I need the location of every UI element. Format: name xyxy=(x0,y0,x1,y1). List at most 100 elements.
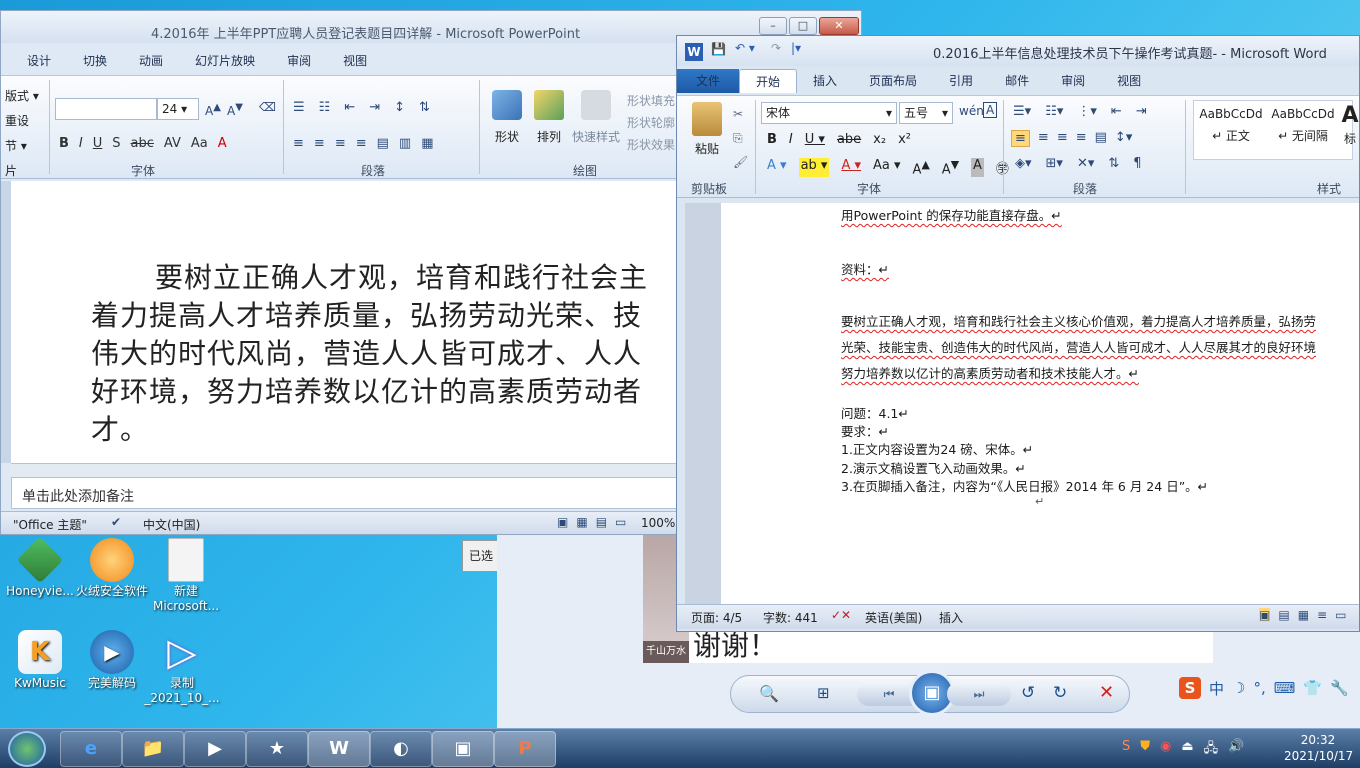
qat-customize-icon[interactable]: |▾ xyxy=(791,41,801,55)
change-case-icon[interactable]: Aa ▾ xyxy=(873,158,901,177)
shrink-font-icon[interactable]: A▼ xyxy=(227,102,243,118)
quick-styles-button[interactable]: 快速样式 xyxy=(571,90,621,145)
tab-page-layout[interactable]: 页面布局 xyxy=(853,69,933,93)
chinese-layout-icon[interactable]: ✕▾ xyxy=(1077,156,1094,171)
word-count[interactable]: 字数: 441 xyxy=(763,609,818,626)
rotate-left-icon[interactable]: ↺ xyxy=(1021,683,1035,703)
strikethrough-icon[interactable]: abe xyxy=(837,132,861,147)
font-color-icon[interactable]: A xyxy=(218,136,227,151)
undo-icon[interactable]: ↶ ▾ xyxy=(735,41,755,55)
save-icon[interactable]: 💾 xyxy=(711,42,726,56)
shapes-button[interactable]: 形状 xyxy=(489,90,525,145)
style-no-spacing[interactable]: AaBbCcDd ↵ 无间隔 xyxy=(1270,107,1336,144)
shape-fill-button[interactable]: 形状填充 xyxy=(627,90,675,112)
highlight-icon[interactable]: ab ▾ xyxy=(798,158,830,178)
delete-icon[interactable]: ✕ xyxy=(1099,682,1114,703)
align-right-icon[interactable]: ≡ xyxy=(1057,130,1068,147)
tab-animations[interactable]: 动画 xyxy=(123,49,179,73)
ime-chinese-mode[interactable]: 中 xyxy=(1209,678,1224,699)
font-color-icon[interactable]: A ▾ xyxy=(841,158,861,177)
justify-icon[interactable]: ≡ xyxy=(1076,130,1087,147)
tab-mailings[interactable]: 邮件 xyxy=(989,69,1045,93)
change-case-icon[interactable]: Aa xyxy=(191,136,208,151)
volume-icon[interactable]: 🔊 xyxy=(1228,739,1244,761)
multilevel-list-icon[interactable]: ⋮▾ xyxy=(1077,104,1097,119)
sogou-ime-icon[interactable]: S xyxy=(1179,677,1201,699)
align-left-icon[interactable]: ≡ xyxy=(293,136,304,151)
paste-button[interactable]: 粘贴 xyxy=(687,102,727,157)
zoom-level[interactable]: 100% xyxy=(641,516,675,530)
columns-icon[interactable]: ▥ xyxy=(399,136,411,151)
ime-skin-icon[interactable]: 👕 xyxy=(1303,679,1322,697)
document-page[interactable]: 用PowerPoint 的保存功能直接存盘。↵ 资料：↵ 要树立正确人才观，培育… xyxy=(721,203,1359,604)
style-normal[interactable]: AaBbCcDd ↵ 正文 xyxy=(1198,107,1264,144)
clear-format-icon[interactable]: ⌫ xyxy=(259,100,276,114)
shape-outline-button[interactable]: 形状轮廓 xyxy=(627,112,675,134)
insert-mode-indicator[interactable]: 插入 xyxy=(939,609,963,626)
tab-slideshow[interactable]: 幻灯片放映 xyxy=(179,49,271,73)
maximize-button[interactable]: □ xyxy=(789,17,817,35)
char-spacing-icon[interactable]: AV xyxy=(164,136,181,151)
close-button[interactable]: ✕ xyxy=(819,17,859,35)
superscript-icon[interactable]: x² xyxy=(898,132,911,147)
tab-transitions[interactable]: 切换 xyxy=(67,49,123,73)
full-screen-reading-icon[interactable]: ▤ xyxy=(1278,608,1289,622)
distributed-icon[interactable]: ▤ xyxy=(377,136,389,151)
bullets-icon[interactable]: ☰▾ xyxy=(1013,104,1031,119)
subscript-icon[interactable]: x₂ xyxy=(873,132,886,147)
grow-font-icon[interactable]: A▲ xyxy=(913,158,930,177)
document-area[interactable]: 用PowerPoint 的保存功能直接存盘。↵ 资料：↵ 要树立正确人才观，培育… xyxy=(685,203,1359,604)
layout-button[interactable]: 版式 ▾ xyxy=(5,84,39,109)
slide-sorter-icon[interactable]: ▦ xyxy=(576,515,587,529)
desktop-icon-recording[interactable]: ▷ 录制 _2021_10_... xyxy=(142,630,222,706)
style-heading[interactable]: A 标 xyxy=(1340,103,1359,147)
sogou-tray-icon[interactable]: S xyxy=(1122,739,1130,761)
section-button[interactable]: 节 ▾ xyxy=(5,134,39,159)
wps-icon[interactable]: ◐ xyxy=(370,731,432,767)
ime-moon-icon[interactable]: ☽ xyxy=(1232,679,1245,697)
outline-icon[interactable]: ≡ xyxy=(1317,608,1327,622)
line-spacing-icon[interactable]: ↕▾ xyxy=(1115,130,1132,147)
sort-icon[interactable]: ⇅ xyxy=(1108,156,1119,171)
text-direction-icon[interactable]: ⇅ xyxy=(419,100,430,115)
explorer-icon[interactable]: 📁 xyxy=(122,731,184,767)
print-layout-icon[interactable]: ▣ xyxy=(1259,608,1271,622)
tab-references[interactable]: 引用 xyxy=(933,69,989,93)
tab-review[interactable]: 审阅 xyxy=(1045,69,1101,93)
desktop-icon-access-file[interactable]: 新建 Microsoft... xyxy=(146,538,226,614)
shading-icon[interactable]: ◈▾ xyxy=(1015,156,1032,171)
increase-indent-icon[interactable]: ⇥ xyxy=(1136,104,1147,119)
photo-viewer-icon[interactable]: ▣ xyxy=(432,731,494,767)
char-shading-icon[interactable]: A xyxy=(971,158,984,178)
format-painter-icon[interactable]: 🖌 xyxy=(733,150,748,174)
reading-view-icon[interactable]: ▤ xyxy=(596,515,607,529)
word-app-icon[interactable]: W xyxy=(685,43,703,61)
tab-view[interactable]: 视图 xyxy=(327,49,383,73)
underline-icon[interactable]: U xyxy=(93,136,103,151)
desktop-icon-potplayer[interactable]: ▶ 完美解码 xyxy=(72,630,152,691)
align-center-icon[interactable]: ≡ xyxy=(314,136,325,151)
language-indicator[interactable]: 英语(美国) xyxy=(865,609,922,626)
slide-thumbnail-pane[interactable] xyxy=(1,181,11,463)
zoom-icon[interactable]: 🔍 xyxy=(759,684,779,703)
numbering-icon[interactable]: ☷ xyxy=(319,100,331,115)
rotate-right-icon[interactable]: ↻ xyxy=(1053,683,1067,703)
shape-effects-button[interactable]: 形状效果 xyxy=(627,134,675,156)
small-dialog-window[interactable]: 已选 xyxy=(462,540,502,572)
language-indicator[interactable]: 中文(中国) xyxy=(143,516,200,533)
network-icon[interactable]: 🖧 xyxy=(1204,739,1219,761)
copy-icon[interactable]: ⎘ xyxy=(733,126,748,150)
minimize-button[interactable]: – xyxy=(759,17,787,35)
tab-view[interactable]: 视图 xyxy=(1101,69,1157,93)
draft-icon[interactable]: ▭ xyxy=(1335,608,1346,622)
smartart-icon[interactable]: ▦ xyxy=(421,136,433,151)
decrease-indent-icon[interactable]: ⇤ xyxy=(344,100,355,115)
text-effects-icon[interactable]: A ▾ xyxy=(767,158,787,177)
align-center-icon[interactable]: ≡ xyxy=(1038,130,1049,147)
justify-icon[interactable]: ≡ xyxy=(356,136,367,151)
normal-view-icon[interactable]: ▣ xyxy=(557,515,568,529)
usb-icon[interactable]: ⏏ xyxy=(1181,739,1193,761)
decrease-indent-icon[interactable]: ⇤ xyxy=(1111,104,1122,119)
grow-font-icon[interactable]: A▲ xyxy=(205,102,221,118)
clock[interactable]: 20:32 2021/10/17 xyxy=(1284,732,1353,764)
